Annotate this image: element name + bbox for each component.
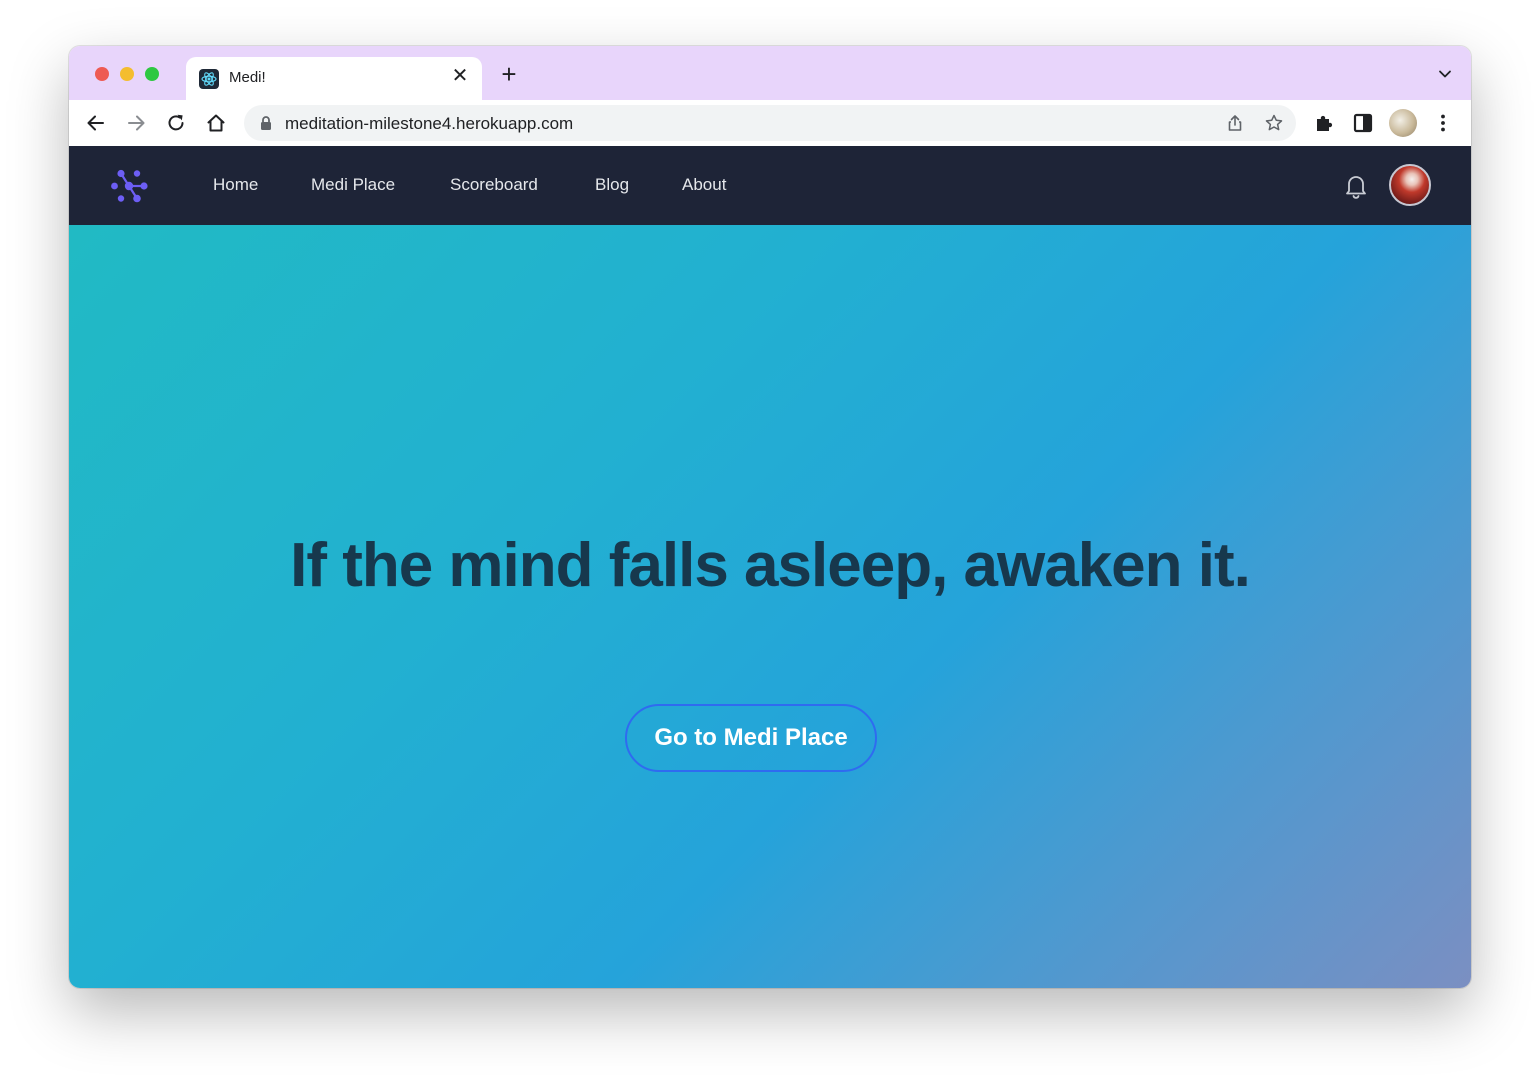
star-icon[interactable] <box>1264 113 1284 133</box>
minimize-window-button[interactable] <box>120 67 134 81</box>
nav-link-blog[interactable]: Blog <box>595 175 629 195</box>
bell-icon[interactable] <box>1343 172 1369 200</box>
kebab-menu-icon[interactable] <box>1430 110 1456 136</box>
user-avatar[interactable] <box>1389 164 1431 206</box>
profile-avatar[interactable] <box>1389 109 1417 137</box>
nav-link-home[interactable]: Home <box>213 175 258 195</box>
nav-link-about[interactable]: About <box>682 175 726 195</box>
browser-tab-active[interactable]: Medi! ✕ <box>186 57 482 100</box>
chevron-down-icon[interactable] <box>1437 66 1453 82</box>
home-icon[interactable] <box>203 110 229 136</box>
back-arrow-icon[interactable] <box>83 110 109 136</box>
reload-icon[interactable] <box>163 110 189 136</box>
side-panel-icon[interactable] <box>1350 110 1376 136</box>
react-favicon-icon <box>199 69 219 89</box>
lock-icon[interactable] <box>258 115 274 131</box>
hero-section: If the mind falls asleep, awaken it. Go … <box>69 225 1471 988</box>
close-window-button[interactable] <box>95 67 109 81</box>
url-text[interactable]: meditation-milestone4.herokuapp.com <box>285 114 573 134</box>
site-navbar: Home Medi Place Scoreboard Blog About <box>69 146 1471 225</box>
tab-close-icon[interactable]: ✕ <box>450 66 470 86</box>
tab-title: Medi! <box>229 69 266 86</box>
tab-strip: Medi! ✕ + <box>69 46 1471 100</box>
web-page: Home Medi Place Scoreboard Blog About If… <box>69 146 1471 988</box>
address-bar[interactable]: meditation-milestone4.herokuapp.com <box>244 105 1296 141</box>
forward-arrow-icon[interactable] <box>123 110 149 136</box>
puzzle-icon[interactable] <box>1311 110 1337 136</box>
browser-toolbar: meditation-milestone4.herokuapp.com <box>69 100 1471 146</box>
molecule-logo-icon[interactable] <box>109 166 149 206</box>
browser-window: Medi! ✕ + meditation-milestone4.herokuap… <box>69 46 1471 988</box>
hero-headline: If the mind falls asleep, awaken it. <box>290 531 1251 600</box>
share-icon[interactable] <box>1225 113 1245 133</box>
new-tab-button[interactable]: + <box>497 61 521 87</box>
nav-link-medi-place[interactable]: Medi Place <box>311 175 395 195</box>
go-to-medi-place-button[interactable]: Go to Medi Place <box>625 704 877 772</box>
nav-link-scoreboard[interactable]: Scoreboard <box>450 175 538 195</box>
maximize-window-button[interactable] <box>145 67 159 81</box>
